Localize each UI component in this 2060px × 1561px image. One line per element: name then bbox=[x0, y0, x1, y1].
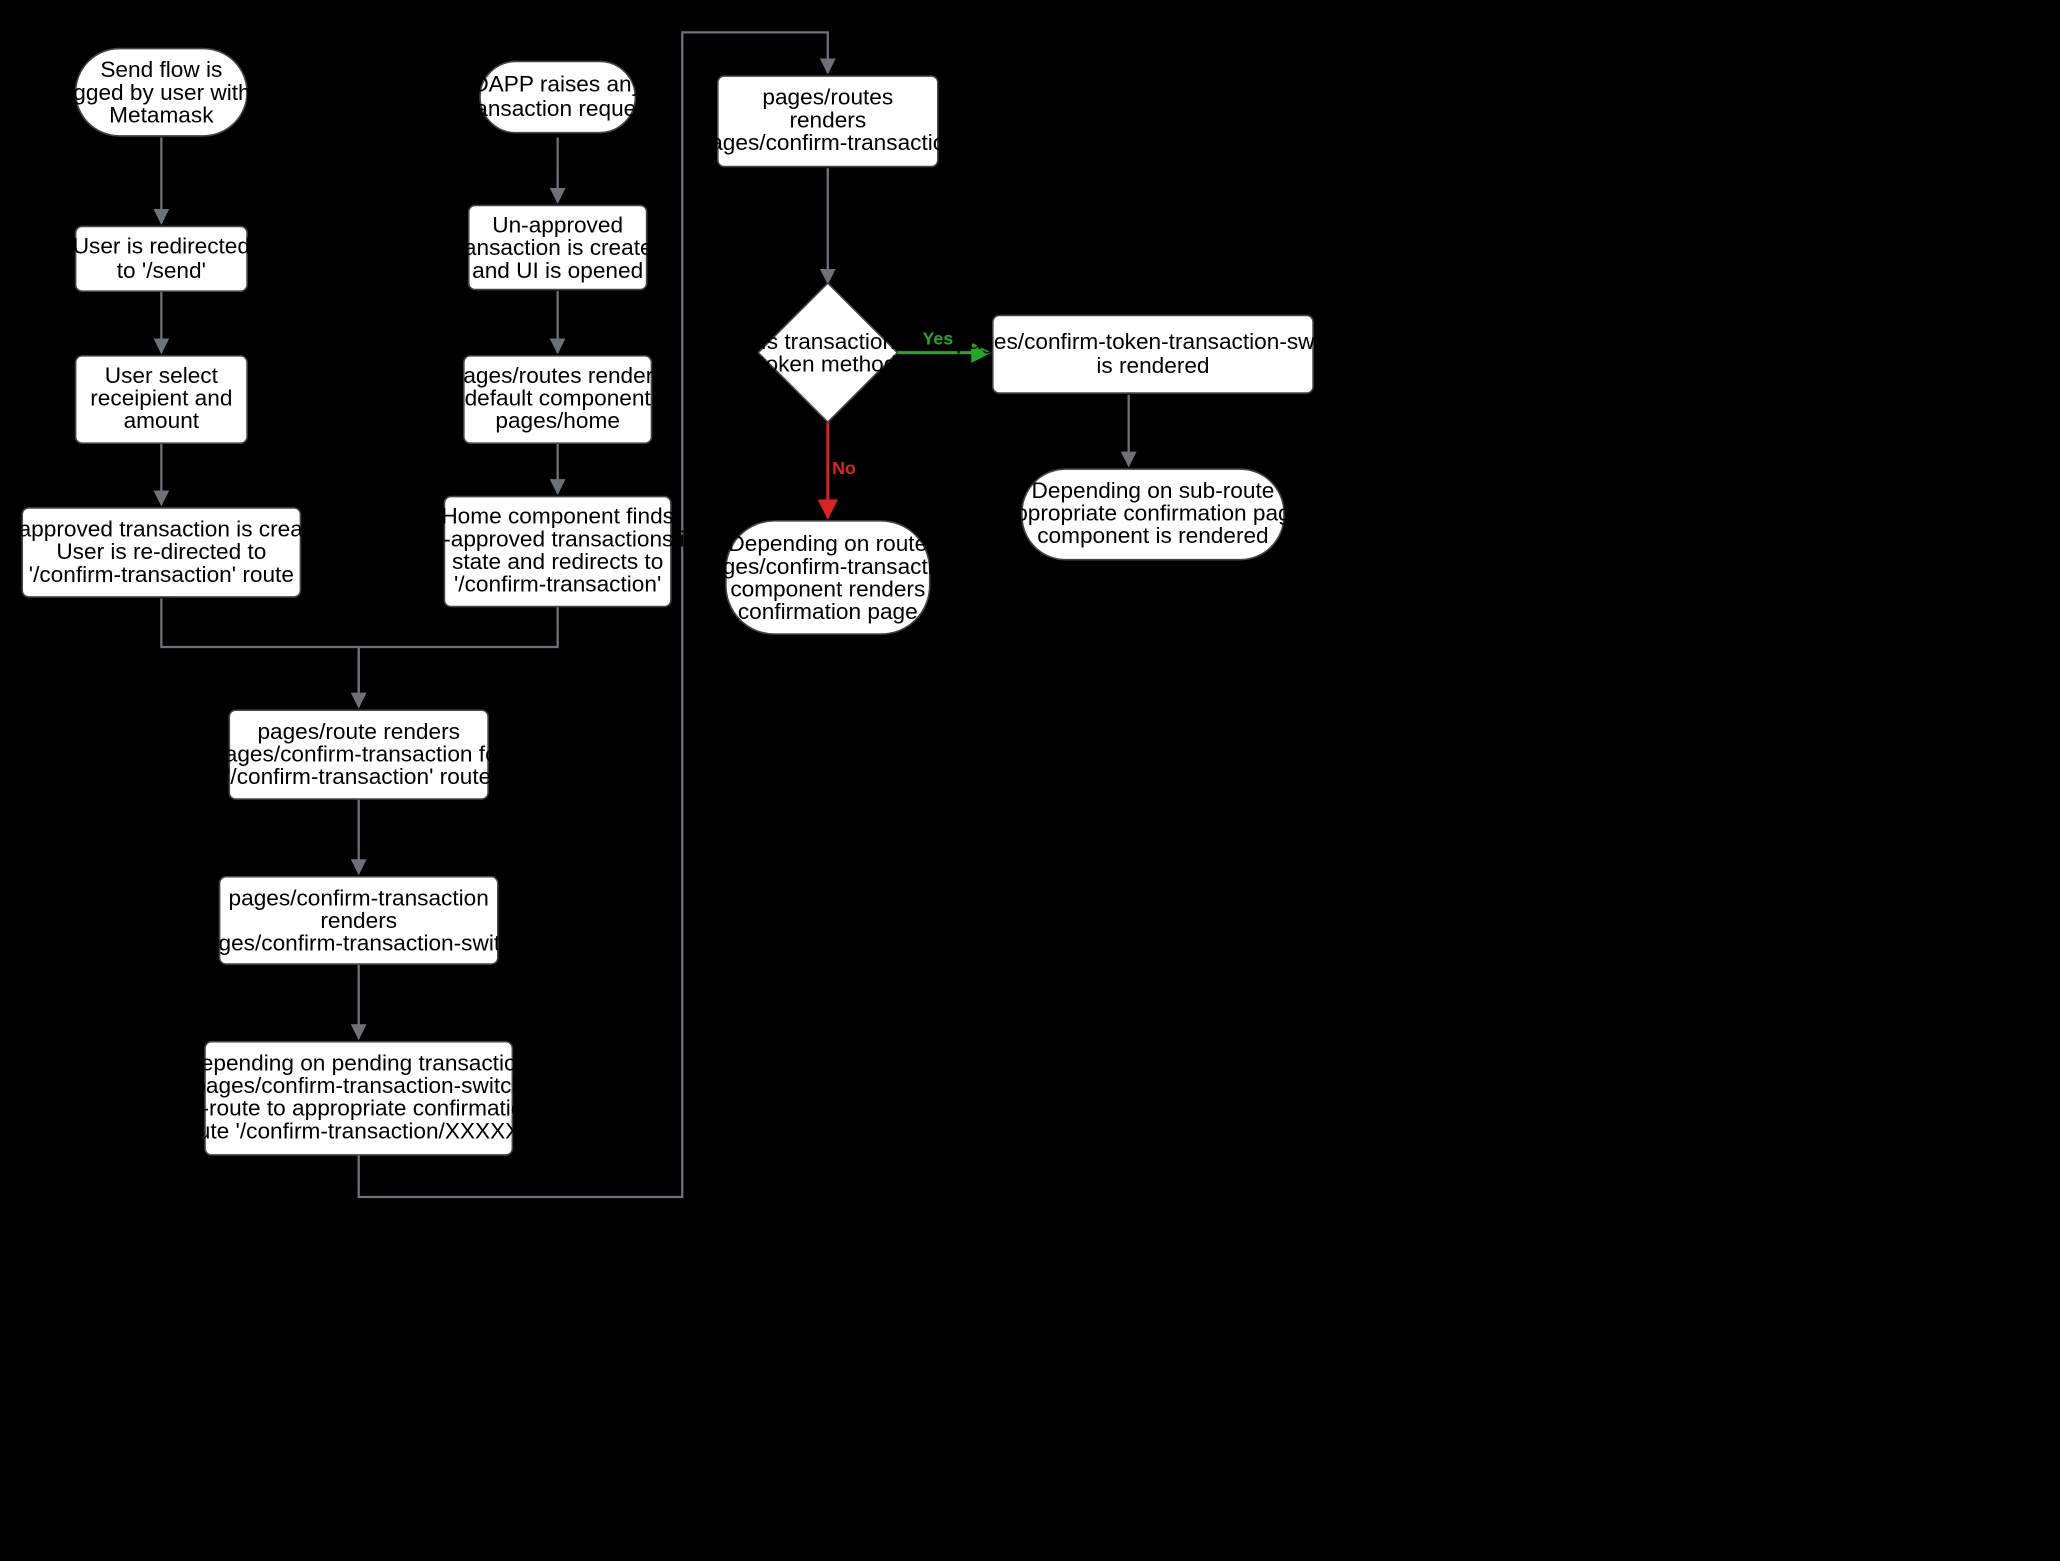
svg-text:DAPP raises anytransaction req: DAPP raises anytransaction request bbox=[461, 72, 654, 121]
node-is-token-method: Is transactiontoken method bbox=[758, 283, 897, 422]
node-dapp-start: DAPP raises anytransaction request bbox=[461, 61, 654, 132]
node-token-switch: pages/confirm-token-transaction-switchis… bbox=[956, 315, 1350, 393]
node-reroute-confirm: depending on pending transactionpages/co… bbox=[178, 1042, 540, 1155]
node-unapproved-created-a: Un-approved transaction is created.User … bbox=[0, 508, 341, 597]
node-select-recipient: User selectreceipient andamount bbox=[76, 356, 247, 443]
node-redirect-send: User is redirectedto '/send' bbox=[73, 226, 250, 291]
node-confirm-tx-switch: pages/confirm-transactionrenderspages/co… bbox=[193, 877, 524, 964]
node-unapproved-created-b: Un-approvedtransaction is createdand UI … bbox=[450, 205, 665, 289]
svg-text:Depending on sub-routeappropri: Depending on sub-routeappropriate confir… bbox=[1003, 478, 1304, 548]
node-render-confirmation: Depending on routepages/confirm-transact… bbox=[698, 521, 958, 634]
node-routes-home: pages/routes rendersdefault componentpag… bbox=[451, 356, 665, 443]
flowchart: Yes No Send flow istrigged by user withi… bbox=[0, 0, 2060, 1561]
node-route-confirm-tx: pages/route renderspages/confirm-transac… bbox=[212, 710, 505, 799]
svg-text:Is transactiontoken method: Is transactiontoken method bbox=[759, 329, 896, 377]
svg-text:depending on pending transacti: depending on pending transactionpages/co… bbox=[178, 1050, 540, 1143]
label-yes: Yes bbox=[922, 328, 953, 348]
node-render-subroute: Depending on sub-routeappropriate confir… bbox=[1003, 469, 1304, 560]
node-home-redirect: Home component findsun-approved transact… bbox=[418, 497, 697, 607]
svg-text:Home component findsun-approve: Home component findsun-approved transact… bbox=[418, 504, 697, 597]
node-send-flow-start: Send flow istrigged by user withinMetama… bbox=[54, 49, 268, 136]
label-no: No bbox=[832, 458, 856, 478]
node-routes-confirm-tx: pages/routesrenderspages/confirm-transac… bbox=[698, 76, 958, 167]
